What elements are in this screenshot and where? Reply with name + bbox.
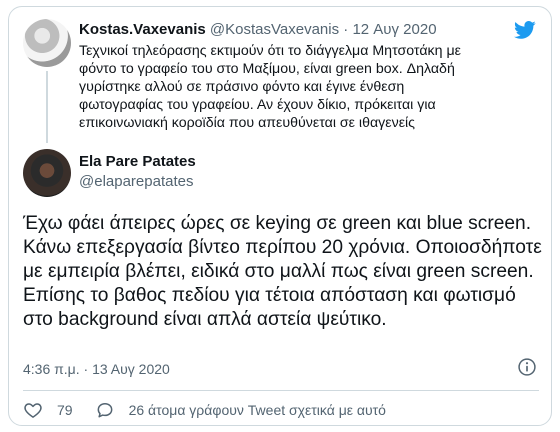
comment-icon <box>97 403 112 418</box>
info-icon[interactable] <box>517 357 537 377</box>
tweet-card: Kostas.Vaxevanis @KostasVaxevanis · 12 Α… <box>8 6 552 426</box>
quoted-tweet-header: Kostas.Vaxevanis @KostasVaxevanis · 12 Α… <box>79 20 437 40</box>
actions-divider <box>23 390 539 391</box>
twitter-bird-icon[interactable] <box>513 19 537 41</box>
tweet-text: Έχω φάει άπειρες ώρες σε keying σε green… <box>23 213 542 330</box>
heart-icon <box>24 403 42 418</box>
quoted-date[interactable]: 12 Αυγ 2020 <box>352 21 436 38</box>
tweet-timestamp[interactable]: 4:36 π.μ. · 13 Αυγ 2020 <box>23 361 170 377</box>
quoted-author-handle[interactable]: @KostasVaxevanis <box>210 21 339 38</box>
author-avatar[interactable] <box>23 149 71 197</box>
like-button[interactable]: 79 <box>23 400 73 420</box>
tweet-actions: 79 26 άτομα γράφουν Tweet σχετικά με αυτ… <box>23 399 386 421</box>
quoted-separator: · <box>343 21 349 38</box>
reply-label: 26 άτομα γράφουν Tweet σχετικά με αυτό <box>128 402 386 418</box>
like-count: 79 <box>57 402 73 418</box>
author-handle[interactable]: @elaparepatates <box>79 173 193 190</box>
quoted-tweet-text: Τεχνικοί τηλεόρασης εκτιμούν ότι το διάγ… <box>79 43 461 131</box>
quoted-author-name[interactable]: Kostas.Vaxevanis <box>79 21 206 38</box>
author-name[interactable]: Ela Pare Patates <box>79 153 196 170</box>
quoted-author-avatar[interactable] <box>23 19 71 67</box>
reply-button[interactable]: 26 άτομα γράφουν Tweet σχετικά με αυτό <box>95 400 386 420</box>
thread-connector-line <box>46 71 48 143</box>
